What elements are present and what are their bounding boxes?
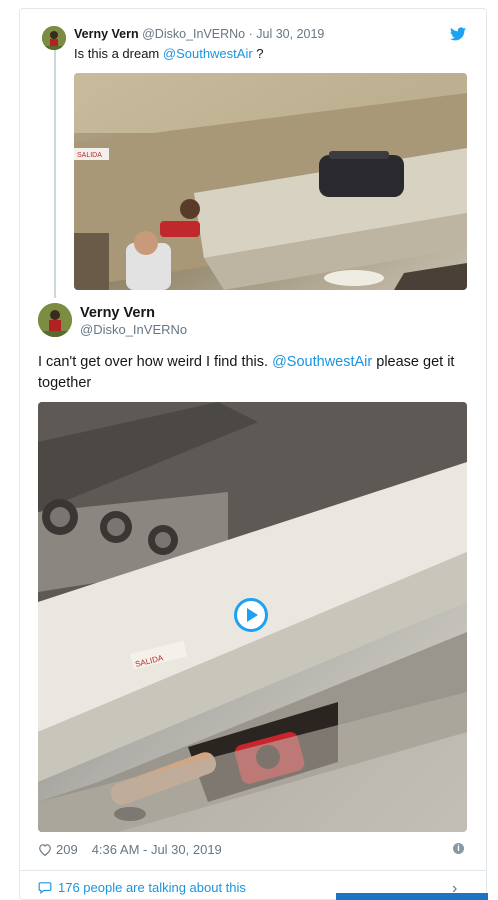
tweet-mention-link[interactable]: @SouthwestAir [272, 354, 372, 370]
tweet-timestamp[interactable]: 4:36 AM - Jul 30, 2019 [92, 842, 222, 857]
author-handle[interactable]: @Disko_InVERNo [80, 322, 187, 337]
quoted-media-exit-sign: SALIDA [77, 152, 102, 159]
thread-line [54, 48, 56, 298]
quoted-header: Verny Vern @Disko_InVERNo · Jul 30, 2019 [74, 27, 324, 41]
quoted-text-after: ? [252, 46, 264, 61]
quoted-mention-link[interactable]: @SouthwestAir [163, 46, 253, 61]
tweet-text-before: I can't get over how weird I find this. [38, 354, 273, 370]
quoted-author-handle[interactable]: @Disko_InVERNo [142, 27, 245, 41]
heart-icon[interactable] [38, 843, 52, 856]
conversation-link[interactable]: 176 people are talking about this [38, 880, 246, 895]
tweet-text: I can't get over how weird I find this. … [38, 352, 468, 394]
quoted-media-image[interactable]: SALIDA [74, 73, 467, 290]
quoted-separator: · [248, 27, 253, 41]
quoted-avatar[interactable] [42, 26, 66, 50]
partial-blue-bar [336, 893, 488, 900]
quoted-author-name[interactable]: Verny Vern [74, 27, 139, 41]
like-count[interactable]: 209 [56, 842, 78, 857]
chat-bubble-icon [38, 882, 52, 894]
tweet-meta: 209 4:36 AM - Jul 30, 2019 [38, 842, 222, 857]
author-avatar[interactable] [38, 303, 72, 337]
divider [20, 870, 486, 871]
play-icon [247, 608, 258, 622]
twitter-bird-icon[interactable] [450, 27, 466, 41]
quoted-date[interactable]: Jul 30, 2019 [256, 27, 324, 41]
video-play-button[interactable] [234, 598, 268, 632]
quoted-text-before: Is this a dream [74, 46, 163, 61]
info-icon[interactable]: i [453, 843, 464, 854]
conversation-count-label: 176 people are talking about this [58, 880, 246, 895]
quoted-tweet-text: Is this a dream @SouthwestAir ? [74, 46, 264, 61]
author-name[interactable]: Verny Vern [80, 305, 155, 321]
